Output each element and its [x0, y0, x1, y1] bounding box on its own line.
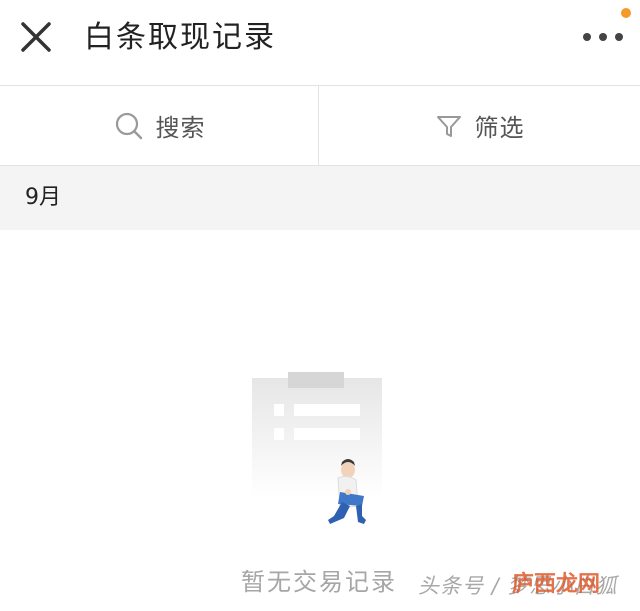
filter-icon	[436, 115, 461, 137]
search-button[interactable]: 搜索	[0, 86, 319, 165]
watermark-logo: 庐西龙网	[512, 572, 601, 597]
more-options-button[interactable]	[578, 22, 628, 52]
filter-label: 筛选	[474, 114, 525, 142]
empty-state-illustration	[244, 366, 394, 536]
empty-clipboard-person-icon	[252, 372, 382, 524]
search-icon	[115, 112, 142, 139]
month-label: 9月	[25, 185, 61, 210]
notification-dot	[621, 8, 631, 18]
page-title: 白条取现记录	[84, 20, 276, 55]
app-header: 白条取现记录	[0, 0, 640, 86]
month-section-header: 9月	[0, 166, 640, 230]
toolbar: 搜索 筛选	[0, 86, 640, 166]
filter-button[interactable]: 筛选	[320, 86, 639, 165]
search-label: 搜索	[155, 114, 206, 142]
empty-state-label: 暂无交易记录	[241, 568, 397, 596]
close-icon	[21, 22, 51, 52]
more-dots-icon	[583, 33, 623, 41]
close-button[interactable]	[14, 18, 58, 58]
toolbar-divider	[318, 86, 319, 165]
